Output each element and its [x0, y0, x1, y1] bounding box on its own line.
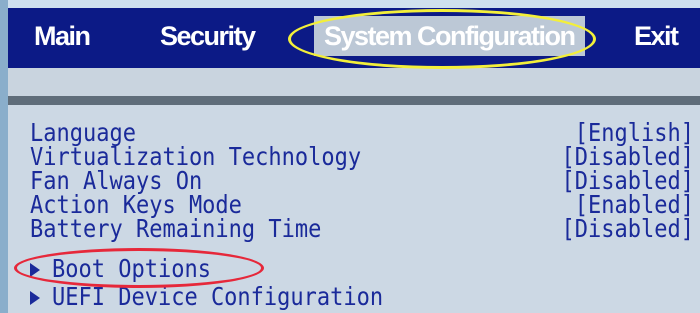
setting-fan-always-on-value[interactable]: [Disabled]: [562, 169, 694, 194]
bios-setup-window: Main Security System Configuration Exit …: [0, 0, 700, 313]
tab-exit[interactable]: Exit: [634, 16, 679, 56]
submenu-uefi-device-configuration[interactable]: UEFI Device Configuration: [30, 283, 384, 312]
setting-battery-remaining-value[interactable]: [Disabled]: [562, 217, 694, 242]
setting-action-keys-value[interactable]: [Enabled]: [575, 193, 694, 218]
arrow-right-icon: [30, 291, 40, 305]
menu-subheader: [8, 68, 700, 96]
setting-fan-always-on[interactable]: Fan Always On: [30, 169, 202, 194]
setting-label: Battery Remaining Time: [30, 215, 322, 244]
tab-security[interactable]: Security: [160, 16, 256, 56]
submenu-label: Boot Options: [52, 255, 211, 284]
window-edge: [0, 0, 8, 313]
arrow-right-icon: [30, 263, 40, 277]
divider: [8, 96, 700, 105]
submenu-label: UEFI Device Configuration: [52, 283, 384, 312]
tab-main[interactable]: Main: [34, 16, 91, 56]
setting-virtualization-value[interactable]: [Disabled]: [562, 145, 694, 170]
setting-battery-remaining-time[interactable]: Battery Remaining Time: [30, 215, 322, 244]
submenu-boot-options[interactable]: Boot Options: [30, 255, 211, 284]
settings-panel: Language [English] Virtualization Techno…: [8, 105, 700, 313]
setting-language-value[interactable]: [English]: [575, 121, 694, 146]
menu-bar: Main Security System Configuration Exit: [8, 8, 700, 68]
setting-virtualization-technology[interactable]: Virtualization Technology: [30, 145, 361, 170]
tab-system-configuration[interactable]: System Configuration: [314, 16, 585, 56]
setting-action-keys-mode[interactable]: Action Keys Mode: [30, 193, 242, 218]
setting-language[interactable]: Language: [30, 121, 136, 146]
